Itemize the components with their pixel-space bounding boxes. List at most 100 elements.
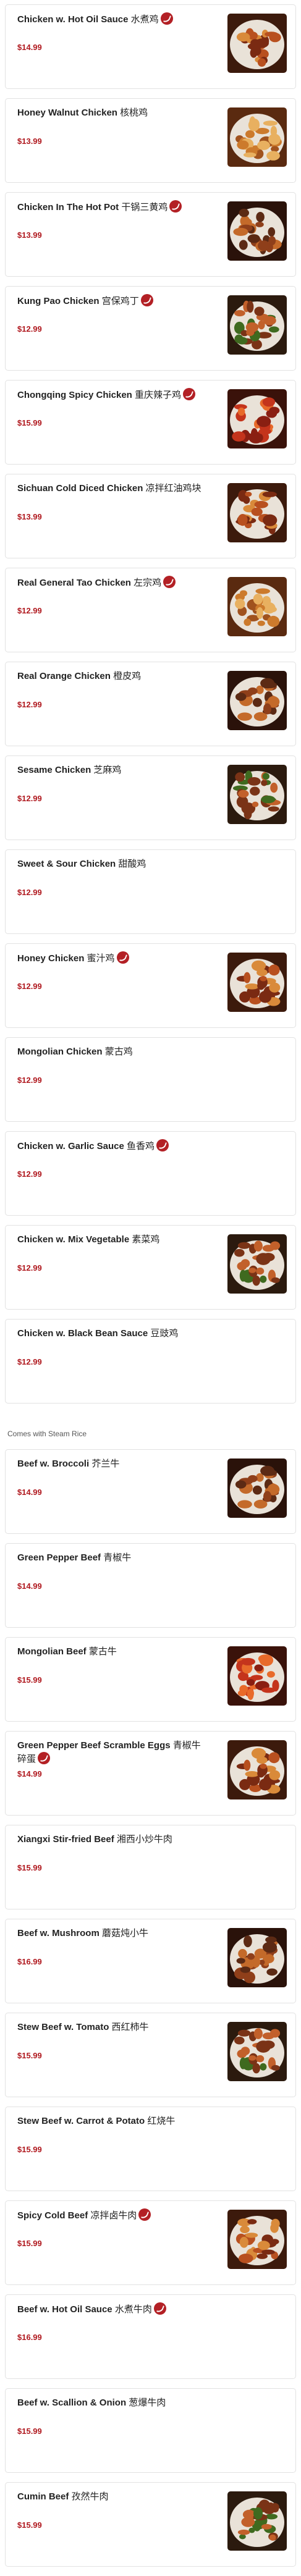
- menu-item-name-en: Beef w. Mushroom: [17, 1928, 100, 1938]
- spicy-pepper-icon: [38, 1752, 51, 1764]
- menu-item-price: $12.99: [17, 1357, 42, 1366]
- menu-item-name-cn: 葱爆牛肉: [129, 2397, 166, 2408]
- menu-item-price: $14.99: [17, 1581, 42, 1591]
- menu-item-card[interactable]: Chicken w. Black Bean Sauce 豆豉鸡 $12.99: [5, 1319, 296, 1404]
- spicy-pepper-icon: [156, 1139, 169, 1151]
- honey-chicken-photo[interactable]: [227, 953, 287, 1012]
- menu-item-name: Chicken w. Garlic Sauce 鱼香鸡: [17, 1139, 203, 1153]
- spicy-pepper-icon: [138, 2208, 151, 2221]
- menu-item-card[interactable]: Green Pepper Beef 青椒牛 $14.99: [5, 1543, 296, 1628]
- menu-item-card[interactable]: Honey Walnut Chicken 核桃鸡 $13.99: [5, 98, 296, 183]
- menu-item-name-cn: 鱼香鸡: [127, 1141, 155, 1151]
- menu-item-name-en: Chicken w. Garlic Sauce: [17, 1141, 124, 1151]
- stew-beef-tomato-photo[interactable]: [227, 2022, 287, 2081]
- menu-item-price: $14.99: [17, 1769, 42, 1778]
- menu-item-name: Chicken In The Hot Pot 干锅三黄鸡: [17, 200, 203, 214]
- menu-item-card[interactable]: Cumin Beef 孜然牛肉 $15.99: [5, 2482, 296, 2567]
- menu-item-name-en: Honey Walnut Chicken: [17, 107, 117, 118]
- menu-item-name-en: Kung Pao Chicken: [17, 296, 100, 306]
- menu-item-name-cn: 左宗鸡: [134, 578, 162, 588]
- menu-item-price: $15.99: [17, 2051, 42, 2060]
- menu-item-name-cn: 甜酸鸡: [118, 859, 146, 869]
- menu-item-card[interactable]: Honey Chicken 蜜汁鸡 $12.99: [5, 943, 296, 1028]
- menu-item-name-en: Beef w. Scallion & Onion: [17, 2397, 127, 2408]
- menu-item-name: Chongqing Spicy Chicken 重庆辣子鸡: [17, 388, 203, 402]
- menu-item-name: Green Pepper Beef Scramble Eggs 青椒牛碎蛋: [17, 1739, 203, 1766]
- menu-item-card[interactable]: Beef w. Mushroom 蘑菇炖小牛 $16.99: [5, 1919, 296, 2003]
- menu-item-card[interactable]: Mongolian Chicken 蒙古鸡 $12.99: [5, 1037, 296, 1122]
- chicken-hot-oil-photo[interactable]: [227, 14, 287, 73]
- menu-item-name: Honey Walnut Chicken 核桃鸡: [17, 106, 203, 119]
- sichuan-cold-chicken-photo[interactable]: [227, 483, 287, 542]
- menu-item-price: $16.99: [17, 1957, 42, 1966]
- menu-item-name-cn: 重庆辣子鸡: [135, 390, 182, 400]
- menu-item-name-cn: 孜然牛肉: [71, 2491, 109, 2502]
- menu-item-card[interactable]: Real Orange Chicken 橙皮鸡 $12.99: [5, 662, 296, 746]
- menu-item-card[interactable]: Chicken w. Hot Oil Sauce 水煮鸡 $14.99: [5, 4, 296, 89]
- menu-item-name-en: Beef w. Hot Oil Sauce: [17, 2304, 112, 2315]
- menu-item-name-cn: 蜜汁鸡: [87, 953, 115, 964]
- menu-item-name-en: Spicy Cold Beef: [17, 2210, 88, 2221]
- menu-item-card[interactable]: Chicken In The Hot Pot 干锅三黄鸡 $13.99: [5, 192, 296, 277]
- menu-item-name: Xiangxi Stir-fried Beef 湘西小炒牛肉: [17, 1833, 203, 1846]
- menu-item-name-en: Stew Beef w. Tomato: [17, 2022, 109, 2032]
- menu-item-card[interactable]: Sichuan Cold Diced Chicken 凉拌红油鸡块 $13.99: [5, 474, 296, 558]
- menu-item-name: Sesame Chicken 芝麻鸡: [17, 764, 203, 777]
- hot-pot-chicken-photo[interactable]: [227, 201, 287, 261]
- menu-item-price: $13.99: [17, 230, 42, 240]
- menu-item-price: $15.99: [17, 1675, 42, 1685]
- menu-item-price: $12.99: [17, 794, 42, 803]
- menu-item-price: $12.99: [17, 700, 42, 709]
- general-tao-chicken-photo[interactable]: [227, 577, 287, 636]
- menu-item-name-cn: 青椒牛: [103, 1552, 132, 1563]
- menu-item-card[interactable]: Kung Pao Chicken 宫保鸡丁 $12.99: [5, 286, 296, 371]
- menu-item-name-cn: 芝麻鸡: [93, 765, 122, 775]
- menu-item-card[interactable]: Beef w. Broccoli 芥兰牛 $14.99: [5, 1449, 296, 1534]
- menu-item-card[interactable]: Spicy Cold Beef 凉拌卤牛肉 $15.99: [5, 2200, 296, 2285]
- sesame-chicken-photo[interactable]: [227, 765, 287, 824]
- menu-item-name: Chicken w. Mix Vegetable 素菜鸡: [17, 1233, 203, 1246]
- honey-walnut-chicken-photo[interactable]: [227, 107, 287, 167]
- menu-item-card[interactable]: Mongolian Beef 蒙古牛 $15.99: [5, 1637, 296, 1722]
- menu-item-price: $12.99: [17, 324, 42, 334]
- menu-item-card[interactable]: Stew Beef w. Tomato 西红柿牛 $15.99: [5, 2013, 296, 2097]
- mix-vegetable-chicken-photo[interactable]: [227, 1234, 287, 1294]
- orange-chicken-photo[interactable]: [227, 671, 287, 730]
- menu-item-name-en: Chicken w. Hot Oil Sauce: [17, 14, 129, 25]
- menu-item-card[interactable]: Beef w. Scallion & Onion 葱爆牛肉 $15.99: [5, 2388, 296, 2473]
- menu-item-name-en: Green Pepper Beef Scramble Eggs: [17, 1740, 171, 1751]
- menu-item-price: $15.99: [17, 2520, 42, 2530]
- menu-item-card[interactable]: Chongqing Spicy Chicken 重庆辣子鸡 $15.99: [5, 380, 296, 465]
- menu-item-card[interactable]: Chicken w. Mix Vegetable 素菜鸡 $12.99: [5, 1225, 296, 1310]
- cumin-beef-photo[interactable]: [227, 2491, 287, 2551]
- menu-item-name: Green Pepper Beef 青椒牛: [17, 1551, 203, 1564]
- menu-item-card[interactable]: Green Pepper Beef Scramble Eggs 青椒牛碎蛋 $14…: [5, 1731, 296, 1816]
- menu-item-name: Beef w. Scallion & Onion 葱爆牛肉: [17, 2396, 203, 2409]
- beef-mushroom-photo[interactable]: [227, 1928, 287, 1987]
- menu-item-name-cn: 蒙古牛: [88, 1646, 117, 1657]
- mongolian-beef-photo[interactable]: [227, 1646, 287, 1706]
- menu-item-card[interactable]: Xiangxi Stir-fried Beef 湘西小炒牛肉 $15.99: [5, 1825, 296, 1909]
- menu-item-name-cn: 蒙古鸡: [104, 1046, 133, 1057]
- menu-item-card[interactable]: Chicken w. Garlic Sauce 鱼香鸡 $12.99: [5, 1131, 296, 1216]
- menu-item-name: Beef w. Mushroom 蘑菇炖小牛: [17, 1927, 203, 1940]
- pepper-beef-eggs-photo[interactable]: [227, 1740, 287, 1799]
- spicy-cold-beef-photo[interactable]: [227, 2210, 287, 2269]
- menu-item-card[interactable]: Beef w. Hot Oil Sauce 水煮牛肉 $16.99: [5, 2294, 296, 2379]
- menu-item-name-en: Chicken w. Mix Vegetable: [17, 1234, 130, 1245]
- spicy-pepper-icon: [116, 951, 129, 964]
- menu-item-name: Mongolian Chicken 蒙古鸡: [17, 1045, 203, 1058]
- menu-item-price: $12.99: [17, 982, 42, 991]
- menu-item-name-en: Chongqing Spicy Chicken: [17, 390, 132, 400]
- menu-item-card[interactable]: Sesame Chicken 芝麻鸡 $12.99: [5, 756, 296, 840]
- chongqing-chicken-photo[interactable]: [227, 389, 287, 448]
- menu-item-card[interactable]: Stew Beef w. Carrot & Potato 红烧牛 $15.99: [5, 2107, 296, 2191]
- menu-item-name-en: Real General Tao Chicken: [17, 578, 131, 588]
- menu-item-name: Stew Beef w. Tomato 西红柿牛: [17, 2021, 203, 2034]
- menu-item-card[interactable]: Sweet & Sour Chicken 甜酸鸡 $12.99: [5, 849, 296, 934]
- menu-item-price: $15.99: [17, 2427, 42, 2436]
- beef-broccoli-photo[interactable]: [227, 1458, 287, 1518]
- menu-item-price: $13.99: [17, 512, 42, 521]
- menu-item-card[interactable]: Real General Tao Chicken 左宗鸡 $12.99: [5, 568, 296, 652]
- kung-pao-chicken-photo[interactable]: [227, 295, 287, 355]
